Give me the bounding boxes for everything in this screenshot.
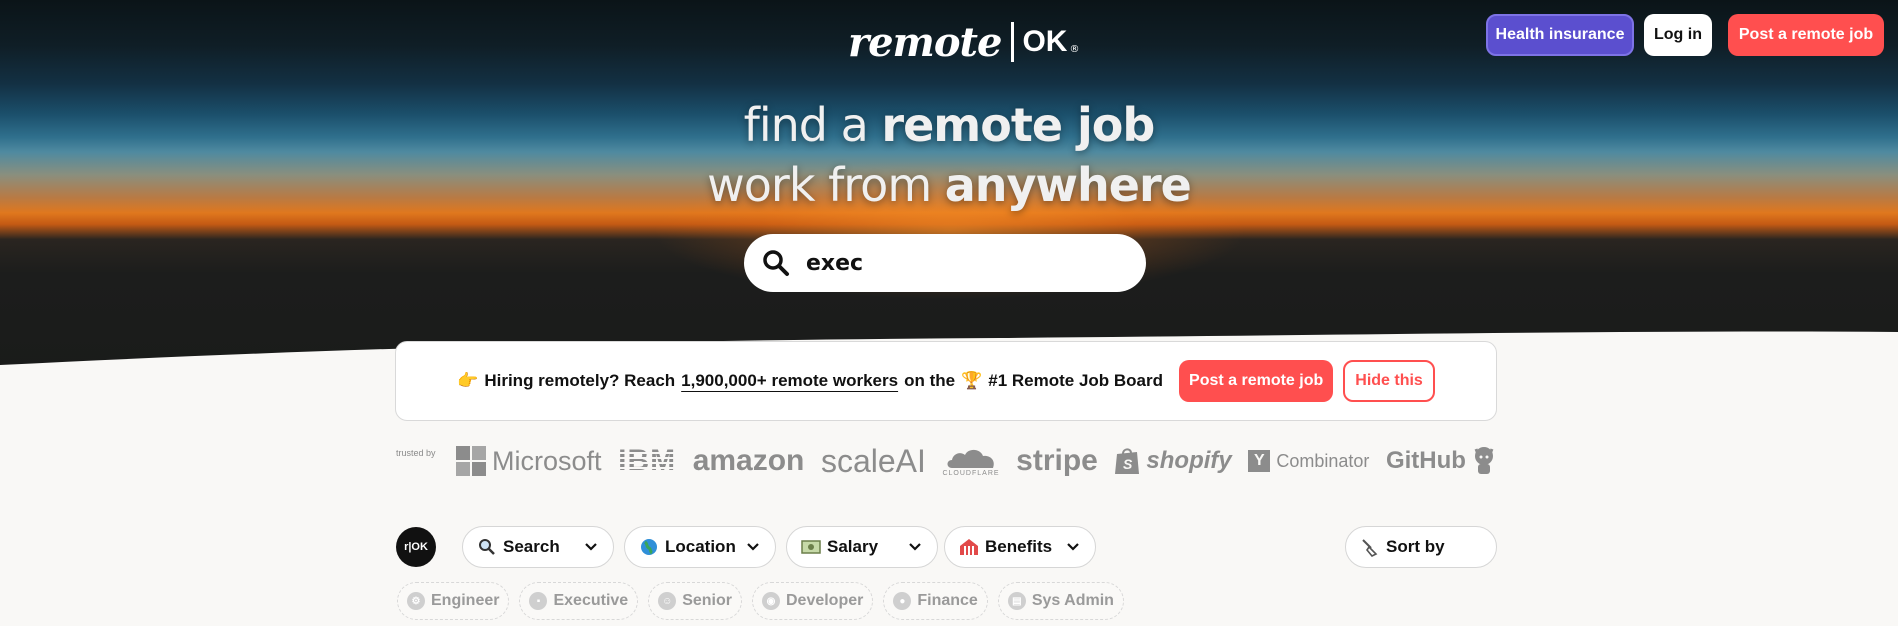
logo-ok: OK [1022,25,1068,58]
cloud-icon [947,449,994,468]
svg-text:S: S [1123,456,1133,472]
circus-tent-icon [959,537,979,557]
promo-middle: on the [904,371,956,390]
ibm-logo: IBM [618,444,677,477]
headline-2-bold: anywhere [944,158,1192,212]
filter-bar: r|OK Search Location Salary Benefits Sor… [396,526,1497,568]
chevron-down-icon [909,543,921,551]
scaleai-logo: scaleAI [820,442,926,479]
headline-1-plain: find a [743,98,882,152]
tag-engineer-icon: ⚙ [407,592,425,610]
location-filter[interactable]: Location [624,526,776,568]
remote-workers-link[interactable]: 1,900,000+ remote workers [681,371,898,391]
post-job-button[interactable]: Post a remote job [1728,14,1884,56]
search-filter[interactable]: Search [462,526,614,568]
yc-wordmark: Combinator [1276,450,1370,471]
ycombinator-logo: Y Combinator [1248,450,1369,472]
chevron-down-icon [747,543,759,551]
promo-suffix: #1 Remote Job Board [988,371,1164,390]
globe-icon [639,537,659,557]
broom-icon [1360,537,1380,557]
search-input[interactable] [806,250,1126,276]
stripe-logo: stripe [1016,444,1098,477]
pointing-hand-icon: 👉 [457,371,479,390]
trusted-logos: Microsoft IBM amazon scaleAI CLOUDFLARE … [456,440,1496,482]
medal-icon: ● [893,592,912,610]
logo-wordmark: remote [848,18,1002,66]
health-insurance-button[interactable]: Health insurance [1486,14,1634,56]
tag-label: Senior [682,592,732,609]
sort-by-button[interactable]: Sort by [1345,526,1497,568]
microsoft-wordmark: Microsoft [492,445,602,476]
shopify-bag-icon: S [1115,448,1140,474]
promo-prefix: Hiring remotely? Reach [484,371,676,390]
tag-developer[interactable]: ◉ Developer [751,582,874,620]
tag-label: Engineer [431,592,500,609]
github-logo: GitHub [1386,446,1496,476]
promo-post-job-button[interactable]: Post a remote job [1179,360,1334,402]
amazon-wordmark: amazon [692,444,805,477]
tag-finance[interactable]: ● Finance [883,582,988,620]
logo-divider [1011,22,1015,62]
hiring-promo-banner: 👉 Hiring remotely? Reach 1,900,000+ remo… [395,341,1497,421]
microsoft-squares-icon [456,446,486,476]
amazon-logo: amazon [693,444,805,478]
tag-sys-admin[interactable]: ▤ Sys Admin [997,582,1124,620]
tag-developer-icon: ◉ [761,592,780,610]
salary-filter[interactable]: Salary [786,526,938,568]
trusted-by-label: trusted by [396,448,436,458]
logo-registered-mark: ® [1069,43,1080,55]
location-filter-label: Location [665,537,736,556]
github-wordmark: GitHub [1385,447,1466,474]
hero-search-box[interactable] [744,234,1146,292]
shopify-logo: S shopify [1114,446,1232,476]
tag-executive[interactable]: ▪ Executive [519,582,639,620]
octocat-icon [1474,447,1494,474]
tag-label: Developer [785,592,864,609]
headline-1-bold: remote job [881,98,1155,152]
remoteok-badge[interactable]: r|OK [396,527,436,567]
salary-filter-label: Salary [827,537,879,556]
quick-tags: ⚙ Engineer ▪ Executive ☺ Senior ◉ Develo… [397,582,1124,620]
promo-text: 👉 Hiring remotely? Reach 1,900,000+ remo… [457,371,1163,391]
microsoft-logo: Microsoft [456,446,602,477]
login-button[interactable]: Log in [1644,14,1712,56]
chevron-down-icon [585,543,597,551]
tag-label: Finance [917,592,978,609]
tag-label: Sys Admin [1031,592,1114,609]
headline-line-2: work from anywhere [0,158,1898,212]
trophy-icon: 🏆 [961,371,983,390]
benefits-filter-label: Benefits [985,537,1053,556]
tag-senior[interactable]: ☺ Senior [648,582,742,620]
hide-promo-button[interactable]: Hide this [1343,360,1435,402]
search-filter-label: Search [503,537,560,556]
search-icon [762,249,790,277]
yc-icon: Y [1248,450,1271,472]
remoteok-logo[interactable]: remote OK ® [848,16,1079,68]
chevron-down-icon [1067,543,1079,551]
benefits-filter[interactable]: Benefits [944,526,1096,568]
tag-engineer[interactable]: ⚙ Engineer [397,582,510,620]
magnifier-icon [477,537,497,557]
cloudflare-logo: CLOUDFLARE [942,446,999,477]
tag-label: Executive [553,592,629,609]
shopify-wordmark: shopify [1146,447,1232,474]
tag-senior-icon: ☺ [658,592,677,610]
headline-2-plain: work from [707,158,945,212]
cloudflare-wordmark: CLOUDFLARE [942,469,1000,477]
sort-by-label: Sort by [1386,537,1445,556]
briefcase-icon: ▪ [529,592,548,610]
money-icon [801,537,821,557]
server-icon: ▤ [1007,592,1026,610]
headline-line-1: find a remote job [0,98,1898,152]
